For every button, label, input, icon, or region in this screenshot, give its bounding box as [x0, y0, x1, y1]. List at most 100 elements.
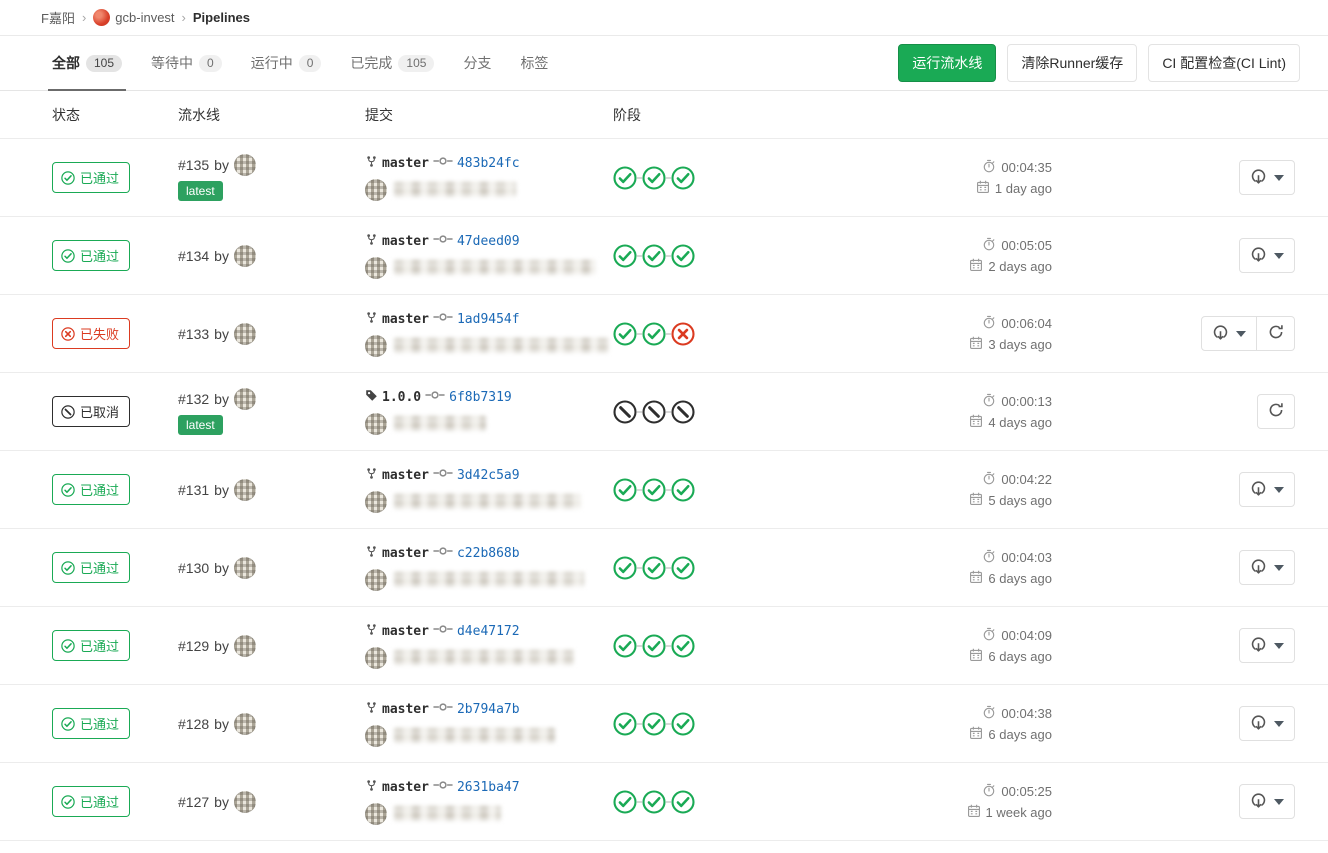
stage-status-passed-icon[interactable]: [642, 634, 666, 658]
commit-sha-link[interactable]: 3d42c5a9: [457, 468, 520, 483]
pipeline-id-link[interactable]: #134: [178, 248, 209, 264]
commit-sha-link[interactable]: 47deed09: [457, 234, 520, 249]
committer-avatar[interactable]: [365, 647, 387, 669]
pipeline-id-link[interactable]: #132: [178, 391, 209, 407]
status-badge[interactable]: 已通过: [52, 786, 130, 817]
user-avatar[interactable]: [234, 791, 256, 813]
stage-status-passed-icon[interactable]: [642, 478, 666, 502]
stage-status-passed-icon[interactable]: [613, 478, 637, 502]
run-pipeline-button[interactable]: 运行流水线: [898, 44, 996, 82]
stage-status-canceled-icon[interactable]: [642, 400, 666, 424]
download-artifacts-button[interactable]: [1239, 160, 1295, 195]
stage-status-passed-icon[interactable]: [613, 790, 637, 814]
user-avatar[interactable]: [234, 323, 256, 345]
ref-link[interactable]: master: [382, 780, 429, 795]
user-avatar[interactable]: [234, 713, 256, 735]
status-badge[interactable]: 已通过: [52, 708, 130, 739]
ci-lint-button[interactable]: CI 配置检查(CI Lint): [1148, 44, 1300, 82]
tab-5[interactable]: 标签: [520, 36, 548, 90]
stage-status-passed-icon[interactable]: [642, 322, 666, 346]
retry-pipeline-button[interactable]: [1257, 316, 1295, 351]
stage-status-passed-icon[interactable]: [642, 166, 666, 190]
committer-avatar[interactable]: [365, 335, 387, 357]
status-badge[interactable]: 已通过: [52, 240, 130, 271]
commit-sha-link[interactable]: 6f8b7319: [449, 390, 512, 405]
ref-link[interactable]: 1.0.0: [382, 390, 421, 405]
user-avatar[interactable]: [234, 388, 256, 410]
download-artifacts-button[interactable]: [1201, 316, 1257, 351]
status-badge[interactable]: 已通过: [52, 630, 130, 661]
status-badge[interactable]: 已通过: [52, 162, 130, 193]
tab-3[interactable]: 已完成105: [350, 36, 434, 90]
pipeline-id-link[interactable]: #135: [178, 157, 209, 173]
download-artifacts-button[interactable]: [1239, 706, 1295, 741]
commit-sha-link[interactable]: c22b868b: [457, 546, 520, 561]
user-avatar[interactable]: [234, 635, 256, 657]
stage-status-passed-icon[interactable]: [613, 322, 637, 346]
status-badge[interactable]: 已失败: [52, 318, 130, 349]
ref-link[interactable]: master: [382, 702, 429, 717]
committer-avatar[interactable]: [365, 725, 387, 747]
pipeline-id-link[interactable]: #129: [178, 638, 209, 654]
committer-avatar[interactable]: [365, 179, 387, 201]
download-artifacts-button[interactable]: [1239, 472, 1295, 507]
stage-status-passed-icon[interactable]: [671, 790, 695, 814]
stage-status-passed-icon[interactable]: [613, 556, 637, 580]
tab-0[interactable]: 全部105: [52, 36, 122, 90]
status-badge[interactable]: 已取消: [52, 396, 130, 427]
commit-sha-link[interactable]: 483b24fc: [457, 156, 520, 171]
tab-2[interactable]: 运行中0: [251, 36, 322, 90]
download-artifacts-button[interactable]: [1239, 550, 1295, 585]
tab-1[interactable]: 等待中0: [151, 36, 222, 90]
breadcrumb-project-link[interactable]: gcb-invest: [93, 9, 174, 26]
pipeline-id-link[interactable]: #133: [178, 326, 209, 342]
commit-sha-link[interactable]: 1ad9454f: [457, 312, 520, 327]
commit-sha-link[interactable]: 2631ba47: [457, 780, 520, 795]
stage-status-passed-icon[interactable]: [671, 712, 695, 736]
ref-link[interactable]: master: [382, 624, 429, 639]
pipeline-id-link[interactable]: #130: [178, 560, 209, 576]
stage-status-passed-icon[interactable]: [613, 712, 637, 736]
stage-status-passed-icon[interactable]: [613, 166, 637, 190]
stage-status-failed-icon[interactable]: [671, 322, 695, 346]
stage-status-passed-icon[interactable]: [642, 790, 666, 814]
download-artifacts-button[interactable]: [1239, 238, 1295, 273]
stage-status-canceled-icon[interactable]: [613, 400, 637, 424]
user-avatar[interactable]: [234, 557, 256, 579]
download-artifacts-button[interactable]: [1239, 784, 1295, 819]
tab-4[interactable]: 分支: [463, 36, 491, 90]
pipeline-id-link[interactable]: #131: [178, 482, 209, 498]
ref-link[interactable]: master: [382, 234, 429, 249]
stage-status-passed-icon[interactable]: [613, 634, 637, 658]
status-badge[interactable]: 已通过: [52, 552, 130, 583]
retry-pipeline-button[interactable]: [1257, 394, 1295, 429]
commit-sha-link[interactable]: d4e47172: [457, 624, 520, 639]
user-avatar[interactable]: [234, 154, 256, 176]
ref-link[interactable]: master: [382, 156, 429, 171]
committer-avatar[interactable]: [365, 491, 387, 513]
committer-avatar[interactable]: [365, 569, 387, 591]
user-avatar[interactable]: [234, 479, 256, 501]
pipeline-id-link[interactable]: #128: [178, 716, 209, 732]
committer-avatar[interactable]: [365, 257, 387, 279]
status-badge[interactable]: 已通过: [52, 474, 130, 505]
stage-status-passed-icon[interactable]: [671, 166, 695, 190]
ref-link[interactable]: master: [382, 546, 429, 561]
stage-status-passed-icon[interactable]: [671, 556, 695, 580]
user-avatar[interactable]: [234, 245, 256, 267]
stage-status-passed-icon[interactable]: [642, 244, 666, 268]
stage-status-passed-icon[interactable]: [671, 634, 695, 658]
stage-status-passed-icon[interactable]: [642, 556, 666, 580]
stage-status-passed-icon[interactable]: [671, 244, 695, 268]
committer-avatar[interactable]: [365, 803, 387, 825]
stage-status-passed-icon[interactable]: [671, 478, 695, 502]
stage-status-canceled-icon[interactable]: [671, 400, 695, 424]
ref-link[interactable]: master: [382, 468, 429, 483]
commit-sha-link[interactable]: 2b794a7b: [457, 702, 520, 717]
breadcrumb-group-link[interactable]: F嘉阳: [41, 8, 75, 27]
download-artifacts-button[interactable]: [1239, 628, 1295, 663]
pipeline-id-link[interactable]: #127: [178, 794, 209, 810]
stage-status-passed-icon[interactable]: [642, 712, 666, 736]
clear-runner-cache-button[interactable]: 清除Runner缓存: [1007, 44, 1137, 82]
stage-status-passed-icon[interactable]: [613, 244, 637, 268]
